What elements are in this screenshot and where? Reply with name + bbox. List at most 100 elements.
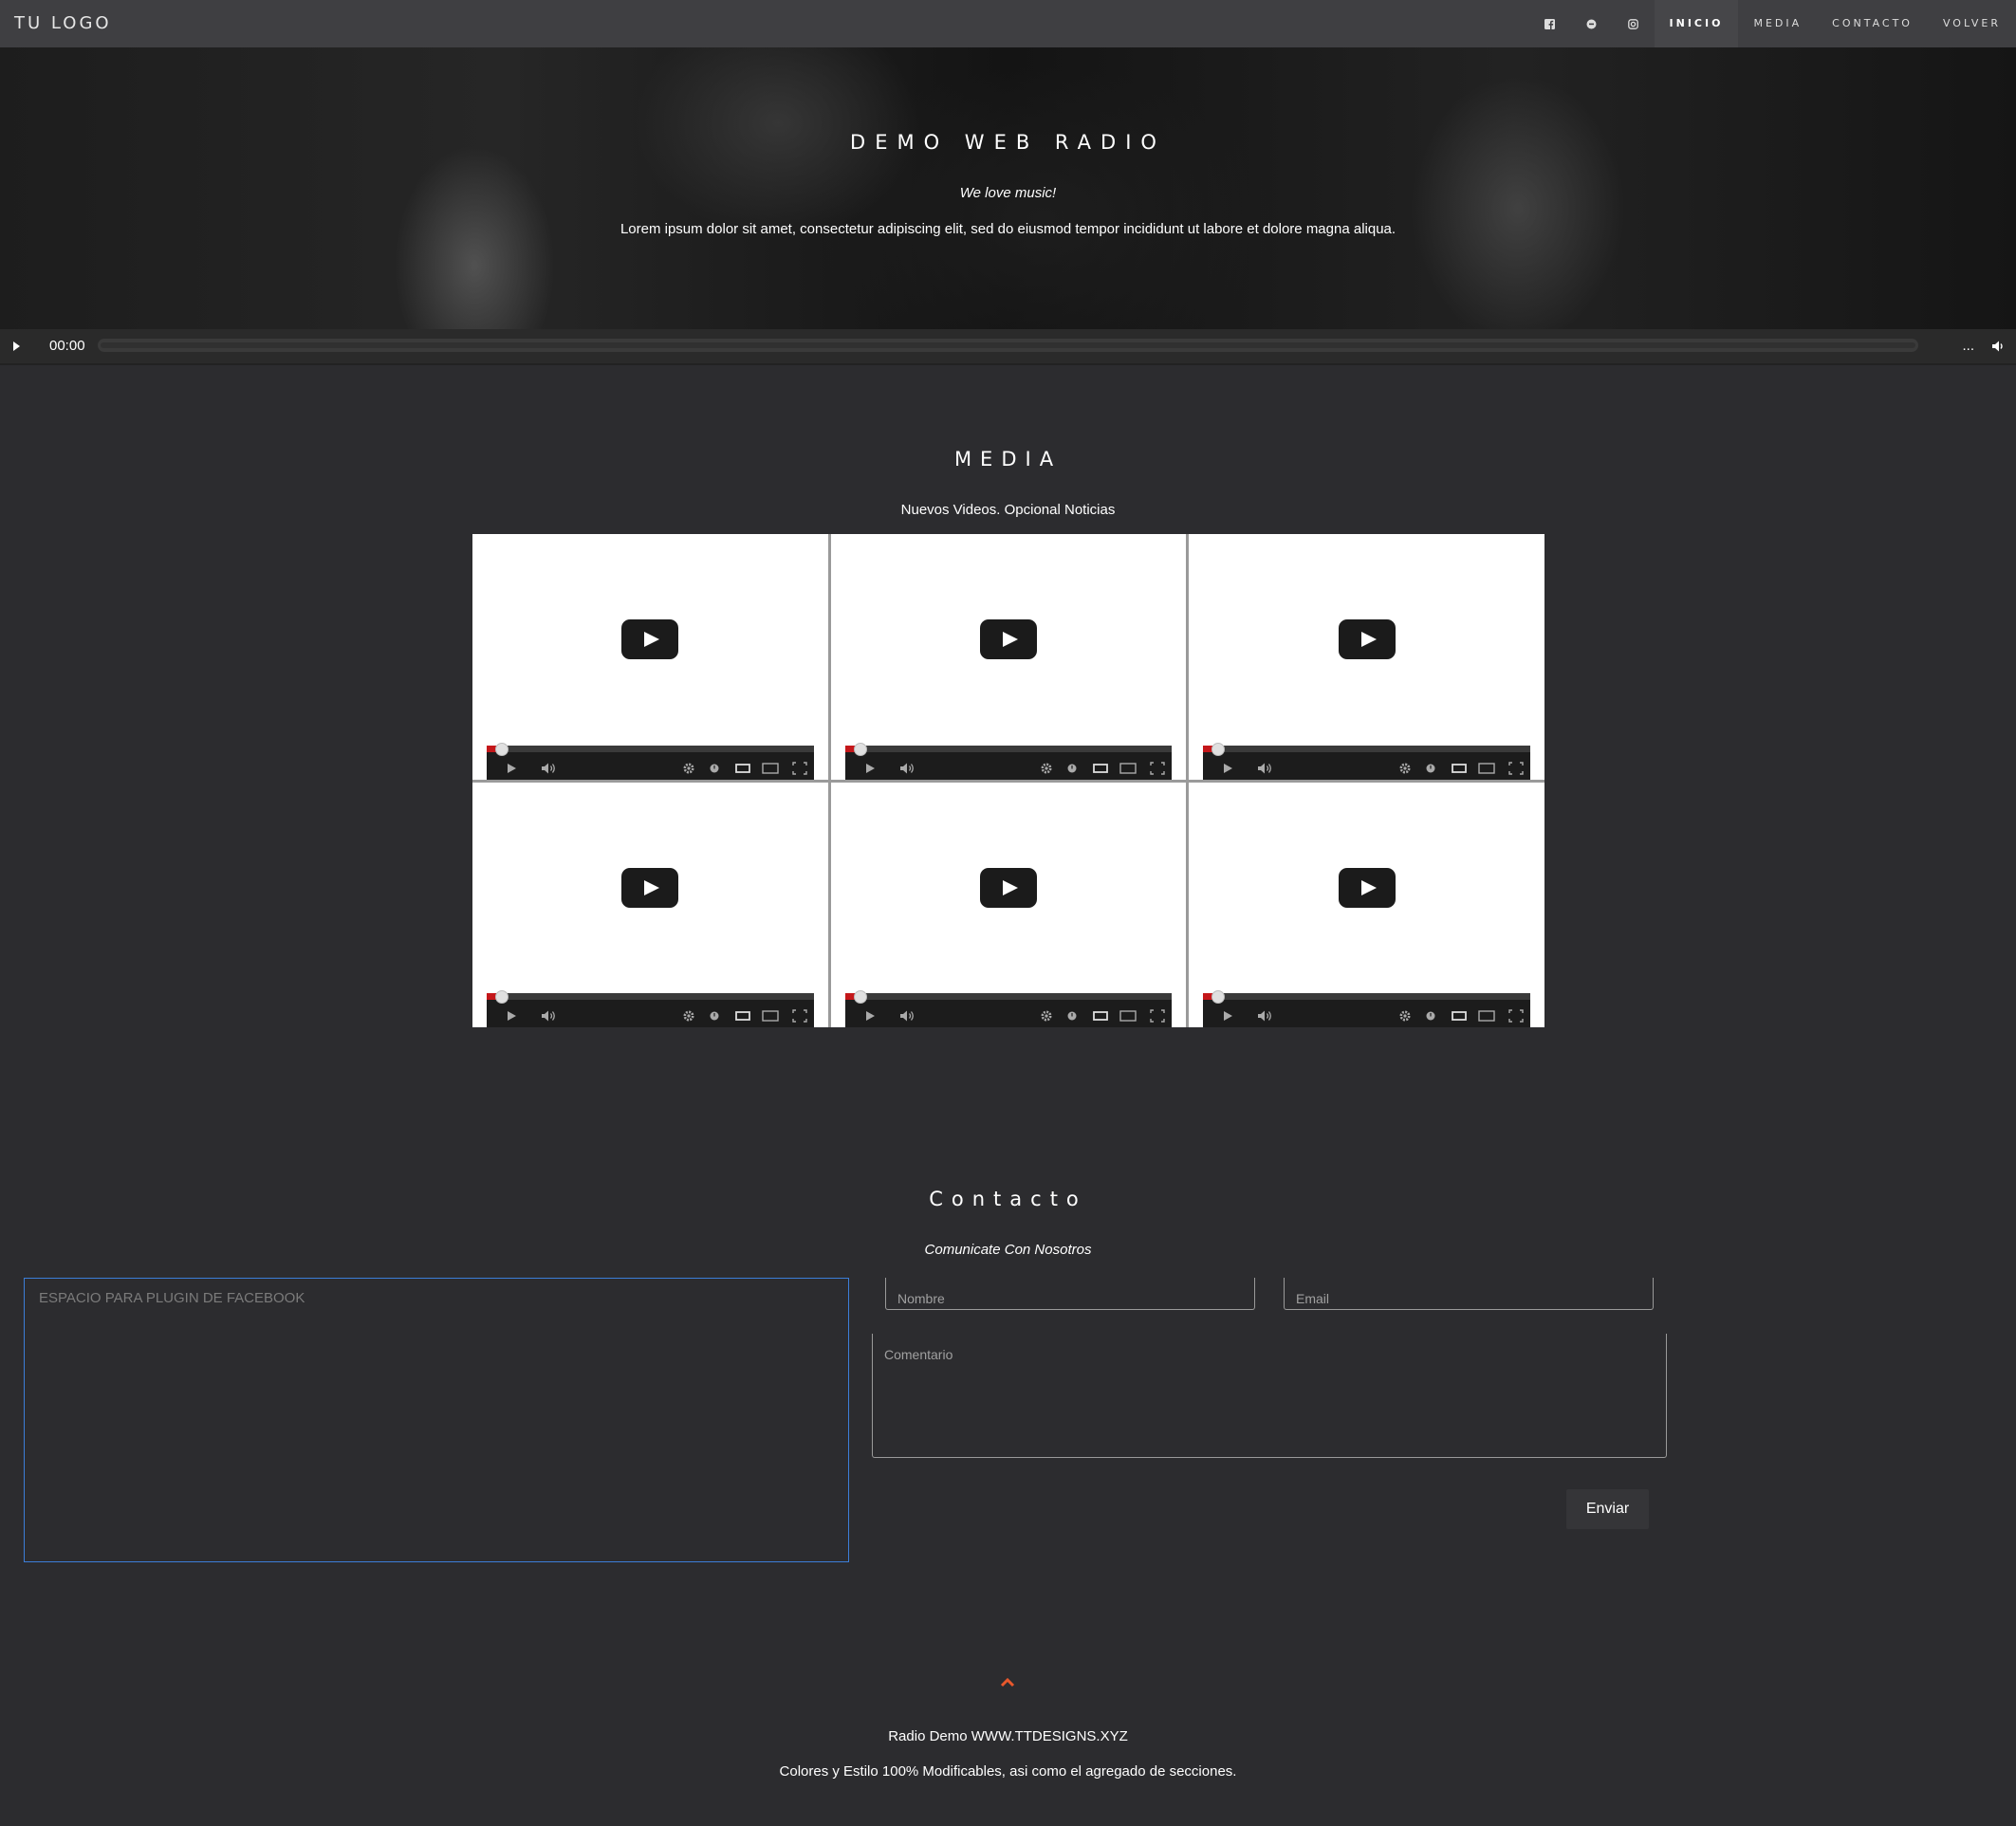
email-field[interactable]: Email <box>1284 1278 1654 1310</box>
player-more-button[interactable]: ... <box>1962 329 1974 363</box>
video-scrubber[interactable] <box>1211 742 1226 756</box>
video-embed[interactable] <box>1189 534 1544 780</box>
player-progress-bar[interactable] <box>98 339 1918 352</box>
video-small-play-icon[interactable] <box>862 1008 878 1024</box>
video-embed[interactable] <box>472 534 828 780</box>
video-volume-icon[interactable] <box>540 1008 559 1024</box>
video-volume-icon[interactable] <box>898 1008 917 1024</box>
video-theater-icon[interactable] <box>1477 761 1496 776</box>
video-small-play-icon[interactable] <box>1220 761 1235 776</box>
video-volume-icon[interactable] <box>898 761 917 776</box>
video-scrubber[interactable] <box>853 990 867 1004</box>
video-small-play-icon[interactable] <box>862 761 878 776</box>
video-small-play-icon[interactable] <box>504 1008 519 1024</box>
video-progress-bar[interactable] <box>844 742 1173 756</box>
video-settings-icon[interactable] <box>1039 1008 1054 1024</box>
video-controls <box>844 990 1173 1027</box>
hero-text: Lorem ipsum dolor sit amet, consectetur … <box>620 221 1396 237</box>
video-embed[interactable] <box>472 782 828 1027</box>
chat-icon[interactable] <box>1571 0 1613 47</box>
video-volume-icon[interactable] <box>1256 1008 1275 1024</box>
media-subtitle: Nuevos Videos. Opcional Noticias <box>900 502 1116 518</box>
video-progress-bar[interactable] <box>1203 990 1530 1004</box>
video-settings-icon[interactable] <box>681 761 696 776</box>
video-controls <box>1203 990 1530 1027</box>
video-theater-icon[interactable] <box>1119 1008 1137 1024</box>
back-to-top-icon[interactable] <box>998 1676 1017 1689</box>
name-field-placeholder: Nombre <box>897 1291 945 1306</box>
play-icon[interactable] <box>8 338 25 355</box>
video-play-icon[interactable] <box>979 867 1037 908</box>
video-play-icon[interactable] <box>979 619 1037 660</box>
video-settings-icon[interactable] <box>1039 761 1054 776</box>
video-scrubber[interactable] <box>853 742 867 756</box>
video-play-icon[interactable] <box>1338 867 1396 908</box>
video-scrubber[interactable] <box>1211 990 1226 1004</box>
video-fullscreen-icon[interactable] <box>1149 761 1166 776</box>
video-fullscreen-icon[interactable] <box>791 761 808 776</box>
comment-field-placeholder: Comentario <box>884 1347 953 1362</box>
video-play-icon[interactable] <box>621 867 679 908</box>
video-fullscreen-icon[interactable] <box>791 1008 808 1024</box>
video-settings-icon[interactable] <box>1397 1008 1413 1024</box>
video-theater-icon[interactable] <box>761 1008 780 1024</box>
video-scrubber[interactable] <box>495 742 509 756</box>
video-settings-icon[interactable] <box>681 1008 696 1024</box>
video-small-play-icon[interactable] <box>504 761 519 776</box>
nav-link-inicio[interactable]: INICIO <box>1654 0 1739 47</box>
video-volume-icon[interactable] <box>540 761 559 776</box>
video-watch-later-icon[interactable] <box>1065 1008 1079 1024</box>
facebook-icon[interactable] <box>1529 0 1571 47</box>
hero-tagline: We love music! <box>959 185 1057 201</box>
video-fullscreen-icon[interactable] <box>1149 1008 1166 1024</box>
video-watch-later-icon[interactable] <box>1424 761 1437 776</box>
video-progress-bar[interactable] <box>1203 742 1530 756</box>
video-embed[interactable] <box>830 534 1187 780</box>
site-logo[interactable]: TU LOGO <box>14 0 112 47</box>
video-embed[interactable] <box>830 782 1187 1027</box>
hero-title: DEMO WEB RADIO <box>850 131 1166 154</box>
video-small-player-icon[interactable] <box>1451 761 1468 776</box>
video-watch-later-icon[interactable] <box>1065 761 1079 776</box>
comment-field[interactable]: Comentario <box>872 1334 1667 1458</box>
nav-right: INICIO MEDIA CONTACTO VOLVER <box>1529 0 2016 47</box>
player-time: 00:00 <box>49 338 85 354</box>
video-play-icon[interactable] <box>621 619 679 660</box>
hero-banner: DEMO WEB RADIO We love music! Lorem ipsu… <box>0 47 2016 329</box>
video-embed[interactable] <box>1189 782 1544 1027</box>
player-progress-fill <box>101 342 1915 348</box>
video-controls <box>1203 742 1530 780</box>
video-settings-icon[interactable] <box>1397 761 1413 776</box>
nav-link-media[interactable]: MEDIA <box>1738 0 1817 47</box>
facebook-plugin-text: ESPACIO PARA PLUGIN DE FACEBOOK <box>39 1290 305 1306</box>
video-progress-bar[interactable] <box>487 990 814 1004</box>
footer-link[interactable]: WWW.TTDESIGNS.XYZ <box>971 1728 1128 1744</box>
video-theater-icon[interactable] <box>761 761 780 776</box>
video-watch-later-icon[interactable] <box>1424 1008 1437 1024</box>
video-fullscreen-icon[interactable] <box>1507 1008 1525 1024</box>
video-small-play-icon[interactable] <box>1220 1008 1235 1024</box>
video-watch-later-icon[interactable] <box>708 761 721 776</box>
video-volume-icon[interactable] <box>1256 761 1275 776</box>
video-scrubber[interactable] <box>495 990 509 1004</box>
video-progress-bar[interactable] <box>844 990 1173 1004</box>
video-progress-bar[interactable] <box>487 742 814 756</box>
nav-link-contacto[interactable]: CONTACTO <box>1817 0 1928 47</box>
instagram-icon[interactable] <box>1613 0 1655 47</box>
video-small-player-icon[interactable] <box>1092 1008 1109 1024</box>
navbar: TU LOGO INICIO MEDIA CONTACTO VOLVER <box>0 0 2016 47</box>
nav-link-volver[interactable]: VOLVER <box>1928 0 2016 47</box>
name-field[interactable]: Nombre <box>885 1278 1255 1310</box>
video-small-player-icon[interactable] <box>1092 761 1109 776</box>
volume-icon[interactable] <box>1989 338 2007 355</box>
video-watch-later-icon[interactable] <box>708 1008 721 1024</box>
send-button[interactable]: Enviar <box>1566 1489 1649 1529</box>
video-play-icon[interactable] <box>1338 619 1396 660</box>
video-small-player-icon[interactable] <box>1451 1008 1468 1024</box>
video-small-player-icon[interactable] <box>734 761 751 776</box>
video-controls <box>487 990 814 1027</box>
video-fullscreen-icon[interactable] <box>1507 761 1525 776</box>
video-theater-icon[interactable] <box>1477 1008 1496 1024</box>
video-small-player-icon[interactable] <box>734 1008 751 1024</box>
video-theater-icon[interactable] <box>1119 761 1137 776</box>
